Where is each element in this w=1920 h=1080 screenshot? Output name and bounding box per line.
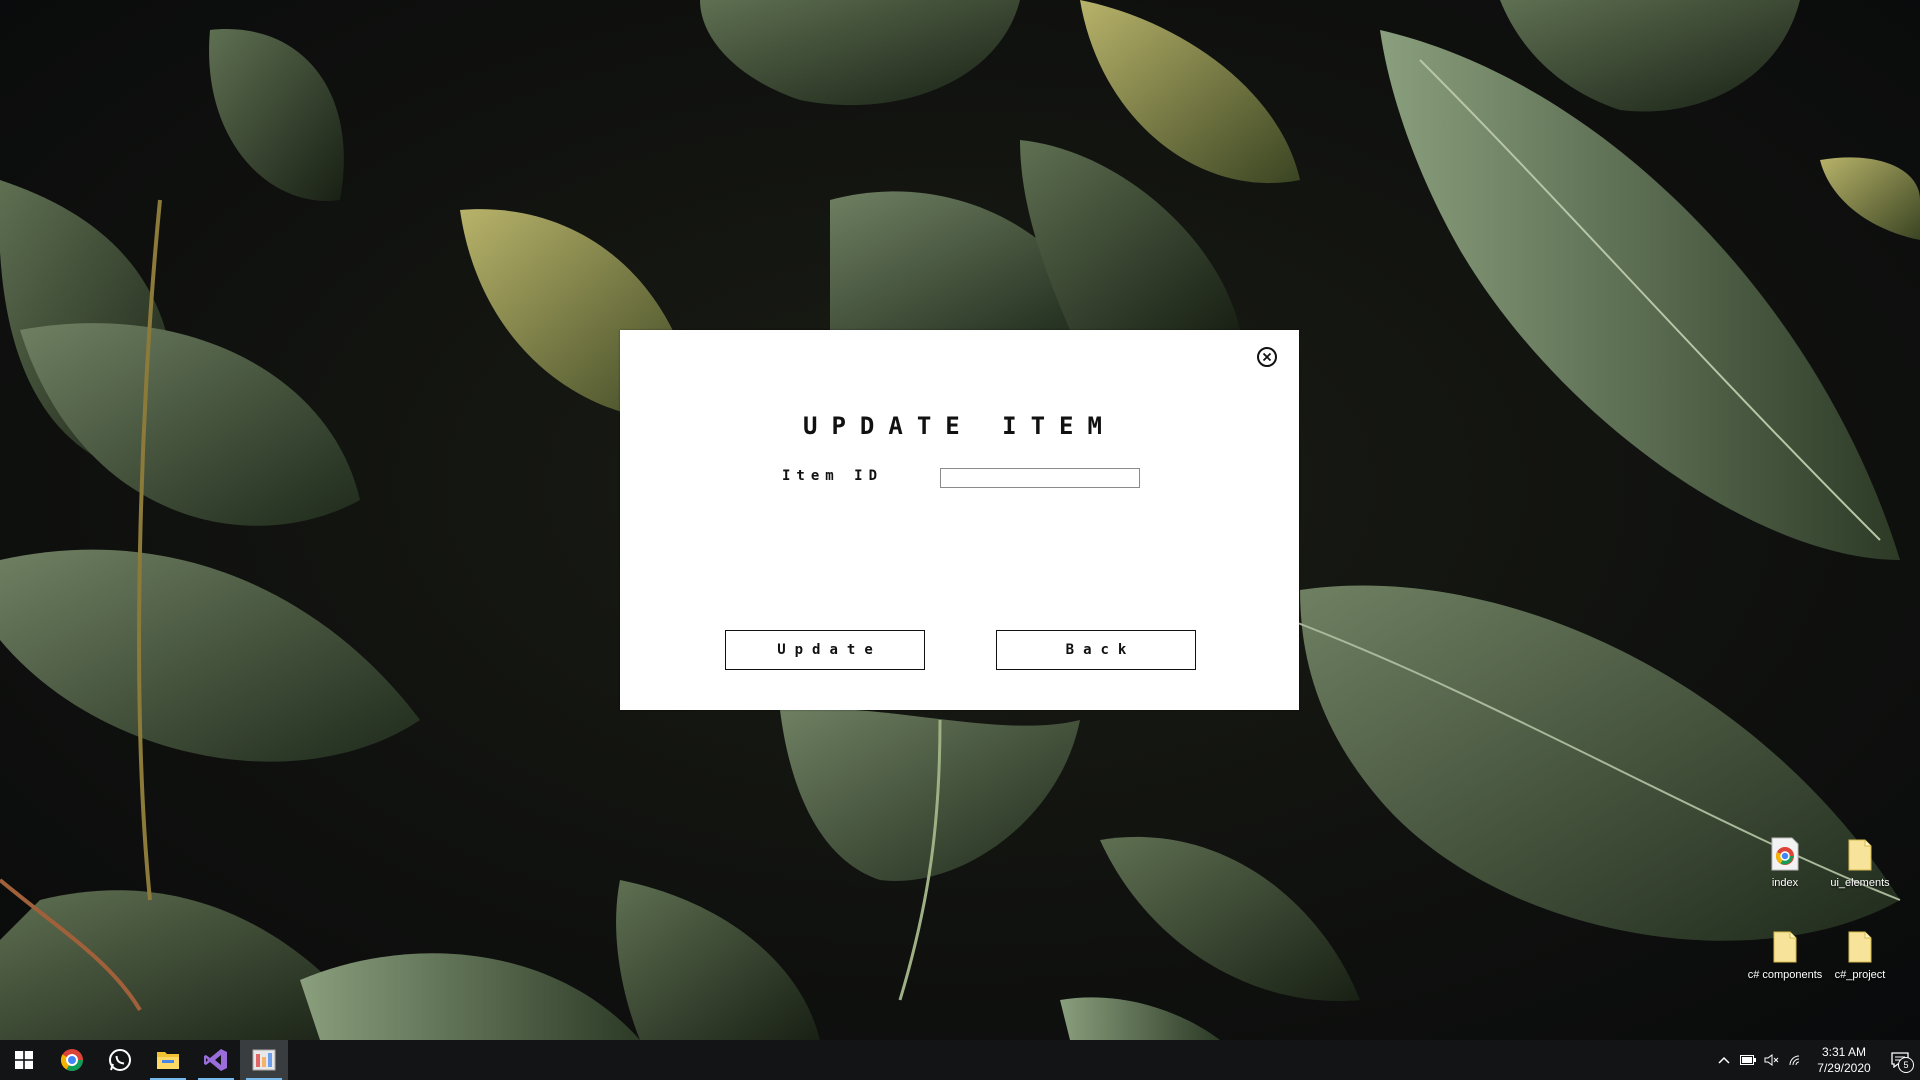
back-button[interactable]: Back [996, 630, 1196, 670]
clock-time: 3:31 AM [1821, 1045, 1867, 1059]
system-tray: 3:31 AM 7/29/2020 5 [1712, 1040, 1920, 1080]
taskbar-whatsapp[interactable] [96, 1040, 144, 1080]
item-id-input[interactable] [940, 468, 1140, 488]
show-hidden-icons-button[interactable] [1712, 1040, 1736, 1080]
start-button[interactable] [0, 1040, 48, 1080]
taskbar-file-explorer[interactable] [144, 1040, 192, 1080]
update-button[interactable]: Update [725, 630, 925, 670]
volume-muted-icon [1764, 1054, 1779, 1066]
desktop-icon-label: c#_project [1834, 969, 1886, 981]
desktop-icon-ui-elements[interactable]: ui_elements [1820, 836, 1900, 890]
desktop-icon-label: c# components [1747, 969, 1823, 981]
taskbar-chrome[interactable] [48, 1040, 96, 1080]
app-form-icon [252, 1049, 276, 1071]
volume-button[interactable] [1760, 1040, 1784, 1080]
dialog-title: UPDATE ITEM [803, 412, 1116, 440]
taskbar-visual-studio[interactable] [192, 1040, 240, 1080]
desktop-icon-c-project[interactable]: c#_project [1820, 928, 1900, 982]
folder-icon [1773, 931, 1797, 963]
taskbar-app-form[interactable] [240, 1040, 288, 1080]
battery-button[interactable] [1736, 1040, 1760, 1080]
file-explorer-icon [157, 1052, 179, 1069]
desktop-icon-label: index [1771, 877, 1799, 889]
network-button[interactable] [1784, 1040, 1808, 1080]
close-button[interactable] [1257, 347, 1277, 367]
chrome-icon [60, 1049, 83, 1071]
clock-date: 7/29/2020 [1817, 1061, 1871, 1075]
clock[interactable]: 3:31 AM 7/29/2020 [1808, 1044, 1880, 1076]
desktop: UPDATE ITEM Item ID Update Back index ui… [0, 0, 1920, 1080]
action-center-button[interactable]: 5 [1880, 1040, 1920, 1080]
item-id-label: Item ID [782, 468, 884, 484]
close-icon [1262, 352, 1272, 362]
chrome-html-file-icon [1771, 837, 1799, 871]
desktop-icon-c-components[interactable]: c# components [1745, 928, 1825, 982]
notification-count-badge: 5 [1898, 1057, 1914, 1073]
update-item-dialog: UPDATE ITEM Item ID Update Back [620, 330, 1299, 710]
desktop-icon-index[interactable]: index [1745, 836, 1825, 890]
wifi-icon [1789, 1055, 1800, 1066]
battery-icon [1740, 1055, 1756, 1065]
start-icon [15, 1051, 33, 1069]
folder-icon [1848, 931, 1872, 963]
visual-studio-icon [204, 1049, 227, 1071]
chevron-up-icon [1718, 1056, 1730, 1064]
taskbar: 3:31 AM 7/29/2020 5 [0, 1040, 1920, 1080]
whatsapp-icon [109, 1049, 131, 1071]
desktop-icon-label: ui_elements [1830, 877, 1890, 889]
folder-icon [1848, 839, 1872, 871]
